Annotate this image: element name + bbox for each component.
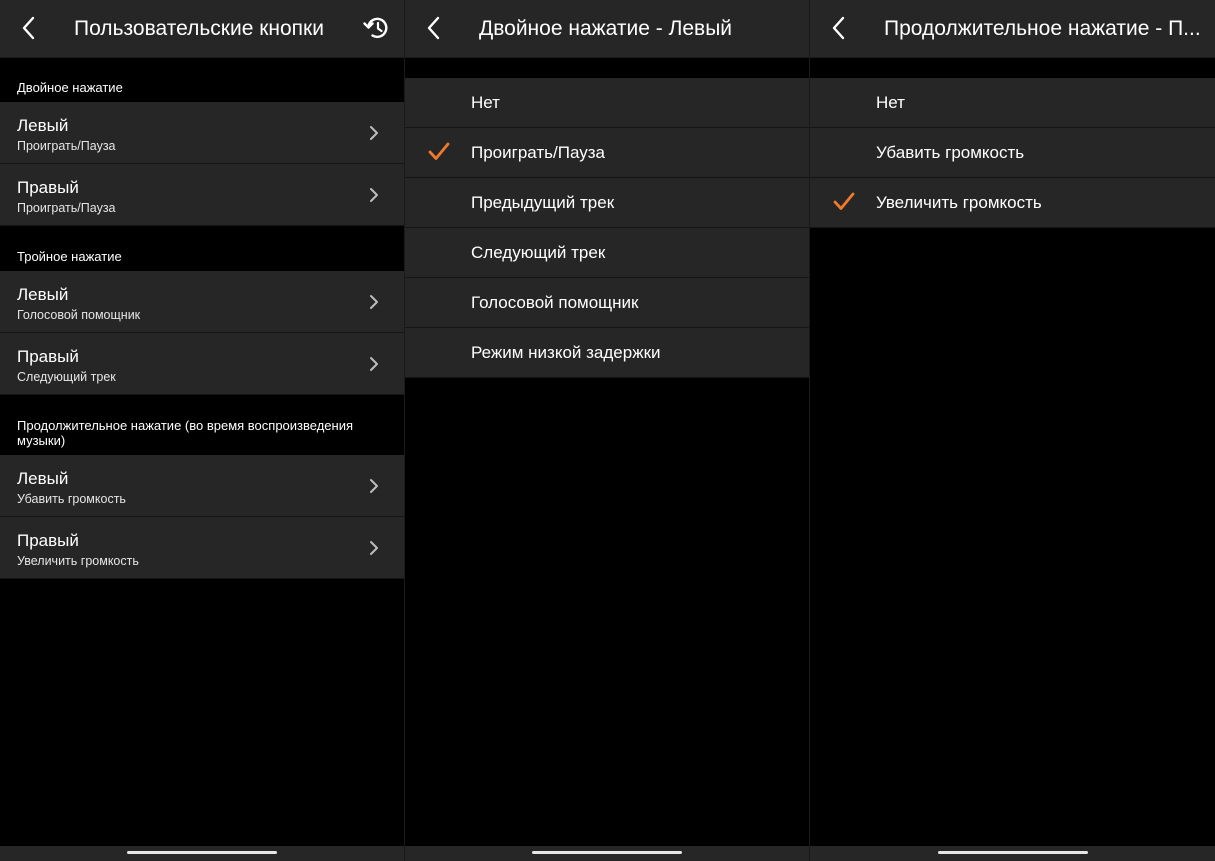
row-value: Убавить громкость: [17, 492, 126, 506]
navigation-bar: [810, 846, 1215, 861]
option-voice-assistant[interactable]: Голосовой помощник: [405, 278, 809, 328]
long-press-screen: Продолжительное нажатие - П... Нет Убави…: [810, 0, 1215, 861]
chevron-right-icon: [370, 188, 378, 202]
option-label: Режим низкой задержки: [471, 343, 661, 362]
page-title: Двойное нажатие - Левый: [479, 17, 733, 40]
checkmark-icon: [428, 142, 450, 160]
navigation-bar: [0, 846, 404, 861]
chevron-right-icon: [370, 126, 378, 140]
setting-row-triple-right[interactable]: Правый Следующий трек: [0, 333, 404, 395]
row-value: Следующий трек: [17, 370, 116, 384]
home-indicator[interactable]: [127, 851, 277, 854]
back-button[interactable]: [824, 13, 854, 43]
setting-row-double-left[interactable]: Левый Проиграть/Пауза: [0, 102, 404, 164]
double-tap-left-screen: Двойное нажатие - Левый Нет Проиграть/Па…: [405, 0, 809, 861]
row-label: Правый: [17, 178, 79, 197]
option-play-pause[interactable]: Проиграть/Пауза: [405, 128, 809, 178]
back-button[interactable]: [14, 13, 44, 43]
back-button[interactable]: [419, 13, 449, 43]
setting-row-long-right[interactable]: Правый Увеличить громкость: [0, 517, 404, 579]
page-title: Пользовательские кнопки: [74, 17, 324, 40]
header: Продолжительное нажатие - П...: [810, 0, 1215, 58]
option-label: Убавить громкость: [876, 143, 1025, 162]
chevron-left-icon: [22, 16, 35, 40]
reset-button[interactable]: [362, 13, 392, 43]
option-label: Голосовой помощник: [471, 293, 639, 312]
row-value: Проиграть/Пауза: [17, 139, 116, 153]
option-label: Проиграть/Пауза: [471, 143, 605, 162]
row-label: Левый: [17, 469, 69, 488]
header: Двойное нажатие - Левый: [405, 0, 809, 58]
row-value: Увеличить громкость: [17, 554, 139, 568]
option-next-track[interactable]: Следующий трек: [405, 228, 809, 278]
section-title-triple-tap: Тройное нажатие: [17, 249, 122, 264]
setting-row-triple-left[interactable]: Левый Голосовой помощник: [0, 271, 404, 333]
chevron-right-icon: [370, 357, 378, 371]
setting-row-double-right[interactable]: Правый Проиграть/Пауза: [0, 164, 404, 226]
row-label: Левый: [17, 285, 69, 304]
option-previous-track[interactable]: Предыдущий трек: [405, 178, 809, 228]
section-title-long-press: Продолжительное нажатие (во время воспро…: [17, 418, 354, 448]
reset-icon: [363, 17, 388, 39]
chevron-right-icon: [370, 479, 378, 493]
row-label: Правый: [17, 347, 79, 366]
chevron-right-icon: [370, 295, 378, 309]
header: Пользовательские кнопки: [0, 0, 404, 58]
option-label: Предыдущий трек: [471, 193, 615, 212]
option-label: Нет: [471, 93, 500, 112]
chevron-right-icon: [370, 541, 378, 555]
row-label: Левый: [17, 116, 69, 135]
home-indicator[interactable]: [532, 851, 682, 854]
home-indicator[interactable]: [937, 851, 1088, 854]
option-volume-up[interactable]: Увеличить громкость: [810, 178, 1215, 228]
option-label: Нет: [876, 93, 905, 112]
option-label: Следующий трек: [471, 243, 606, 262]
section-title-double-tap: Двойное нажатие: [17, 80, 123, 95]
option-low-latency[interactable]: Режим низкой задержки: [405, 328, 809, 378]
custom-buttons-screen: Пользовательские кнопки Двойное нажатие …: [0, 0, 404, 861]
row-value: Проиграть/Пауза: [17, 201, 116, 215]
row-label: Правый: [17, 531, 79, 550]
checkmark-icon: [833, 192, 855, 210]
option-volume-down[interactable]: Убавить громкость: [810, 128, 1215, 178]
chevron-left-icon: [832, 16, 845, 40]
chevron-left-icon: [427, 16, 440, 40]
option-label: Увеличить громкость: [876, 193, 1042, 212]
navigation-bar: [405, 846, 809, 861]
option-none[interactable]: Нет: [405, 78, 809, 128]
setting-row-long-left[interactable]: Левый Убавить громкость: [0, 455, 404, 517]
page-title: Продолжительное нажатие - П...: [884, 17, 1201, 40]
option-none[interactable]: Нет: [810, 78, 1215, 128]
row-value: Голосовой помощник: [17, 308, 141, 322]
